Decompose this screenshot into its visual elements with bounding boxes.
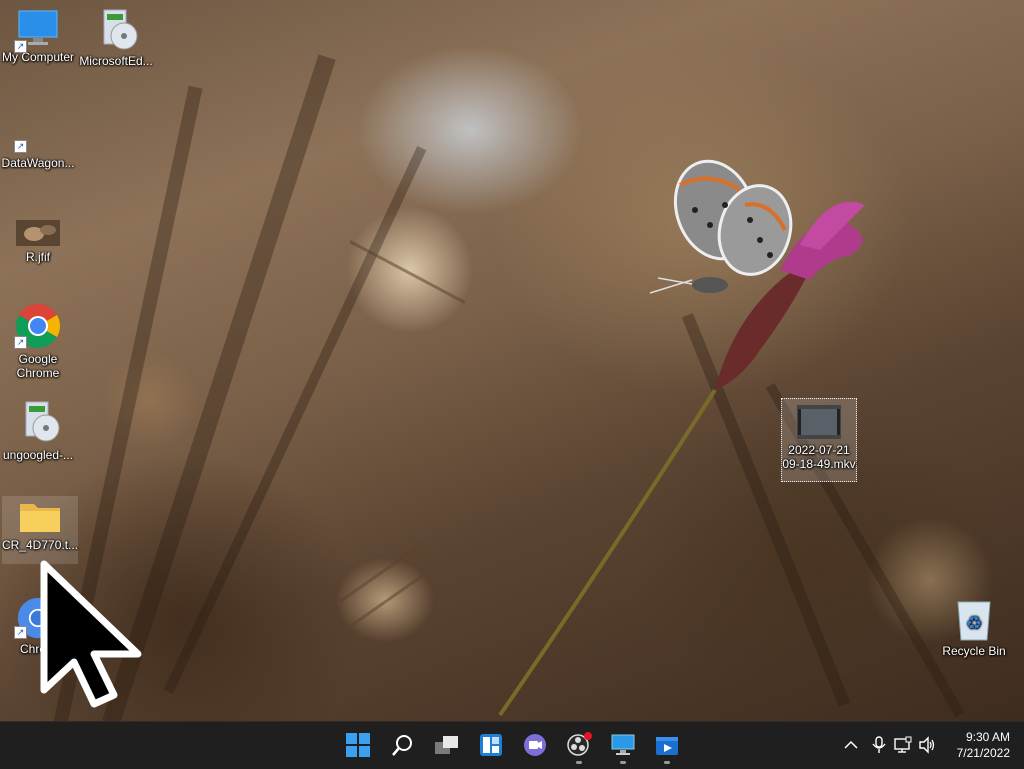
wallpaper-bokeh-line (349, 573, 425, 628)
folder-icon (20, 504, 60, 532)
desktop-icon-label: DataWagon... (1, 156, 75, 170)
shortcut-arrow-icon: ↗ (14, 626, 27, 639)
media-player-icon (656, 737, 678, 755)
clock-time: 9:30 AM (965, 730, 1010, 744)
remote-desktop-button[interactable] (606, 728, 640, 764)
desktop-icon-label: MicrosoftEd... (79, 54, 153, 68)
desktop-icon-label: Recycle Bin (942, 644, 1006, 658)
widgets-icon (480, 734, 502, 756)
start-icon (346, 733, 370, 757)
svg-text:♻: ♻ (966, 613, 982, 633)
obs-button[interactable] (562, 728, 596, 764)
desktop-icon-rjfif[interactable]: R.jfif (0, 218, 76, 264)
installer-disc-icon (25, 401, 60, 442)
shortcut-arrow-icon: ↗ (14, 336, 27, 349)
shortcut-arrow-icon: ↗ (14, 40, 27, 53)
media-player-button[interactable] (650, 728, 684, 764)
wallpaper-bokeh-line (339, 542, 423, 603)
running-indicator (664, 761, 670, 764)
chevron-up-icon (844, 740, 858, 749)
obs-icon (567, 732, 592, 756)
running-indicator (620, 761, 626, 764)
microphone-icon (872, 736, 886, 753)
desktop-icon-label: R.jfif (26, 250, 50, 264)
desktop-icon-mkv-video[interactable]: 2022-07-21 09-18-49.mkv (781, 398, 857, 482)
desktop-icon-label: ungoogled-... (2, 448, 74, 462)
desktop-icon-ungoogled[interactable]: ungoogled-... (0, 398, 76, 462)
volume-button[interactable] (918, 736, 936, 754)
desktop-icon-label: My Computer (1, 50, 75, 64)
desktop-icon-microsoft-edge[interactable]: MicrosoftEd... (78, 6, 154, 68)
desktop-icon-label: CR_4D770.t... (2, 538, 79, 552)
teams-chat-button[interactable] (518, 728, 552, 762)
desktop-icon-cr-folder[interactable]: CR_4D770.t... (2, 496, 78, 564)
running-indicator (576, 761, 582, 764)
show-hidden-icons-button[interactable] (842, 736, 860, 754)
installer-disc-icon (103, 9, 138, 50)
search-icon (392, 735, 412, 756)
task-view-icon (435, 736, 458, 754)
desktop-icon-datawagon[interactable]: ↗ DataWagon... (0, 138, 76, 170)
desktop[interactable]: ↗ My Computer MicrosoftEd... ↗ DataWagon… (0, 0, 1024, 721)
mouse-pointer-icon (40, 560, 142, 708)
search-button[interactable] (386, 728, 420, 762)
recycle-bin-icon: ♻ (957, 601, 991, 641)
image-file-icon (16, 220, 60, 246)
network-icon (894, 736, 912, 753)
taskbar: 9:30 AM 7/21/2022 (0, 721, 1024, 769)
clock-date: 7/21/2022 (956, 746, 1010, 760)
desktop-icon-my-computer[interactable]: ↗ My Computer (0, 8, 76, 64)
network-button[interactable] (894, 736, 912, 754)
desktop-icon-recycle-bin[interactable]: ♻ Recycle Bin (936, 596, 1012, 658)
task-view-button[interactable] (430, 728, 464, 762)
desktop-icon-label-line2: 09-18-49.mkv (782, 457, 856, 471)
system-tray: 9:30 AM 7/21/2022 (834, 722, 1024, 769)
desktop-icon-google-chrome[interactable]: ↗ Google Chrome (0, 302, 76, 380)
desktop-icon-label-line1: 2022-07-21 (788, 443, 850, 457)
shortcut-arrow-icon: ↗ (14, 140, 27, 153)
video-file-icon (796, 404, 842, 440)
clock-button[interactable]: 9:30 AM 7/21/2022 (940, 729, 1010, 761)
desktop-icon-label: Google Chrome (16, 352, 60, 380)
widgets-button[interactable] (474, 728, 508, 762)
volume-icon (919, 736, 935, 754)
microphone-button[interactable] (870, 736, 888, 754)
start-button[interactable] (341, 728, 375, 762)
teams-chat-icon (524, 734, 546, 756)
remote-desktop-icon (611, 734, 635, 755)
